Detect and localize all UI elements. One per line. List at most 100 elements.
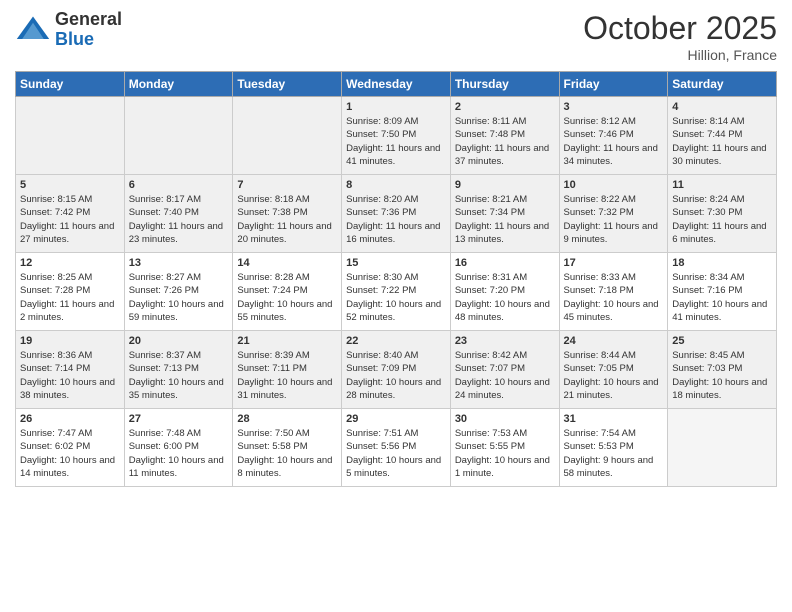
day-number: 29 — [346, 413, 446, 425]
page: General Blue October 2025 Hillion, Franc… — [0, 0, 792, 612]
day-info: Sunrise: 8:25 AM Sunset: 7:28 PM Dayligh… — [20, 271, 120, 324]
table-row: 3 Sunrise: 8:12 AM Sunset: 7:46 PM Daylig… — [559, 97, 668, 175]
day-info: Sunrise: 8:28 AM Sunset: 7:24 PM Dayligh… — [237, 271, 337, 324]
table-row: 8 Sunrise: 8:20 AM Sunset: 7:36 PM Daylig… — [342, 175, 451, 253]
day-number: 30 — [455, 413, 555, 425]
day-number: 21 — [237, 335, 337, 347]
day-info: Sunrise: 8:37 AM Sunset: 7:13 PM Dayligh… — [129, 349, 229, 402]
logo-text: General Blue — [55, 10, 122, 50]
day-info: Sunrise: 8:31 AM Sunset: 7:20 PM Dayligh… — [455, 271, 555, 324]
table-row: 31 Sunrise: 7:54 AM Sunset: 5:53 PM Dayli… — [559, 409, 668, 487]
day-info: Sunrise: 8:40 AM Sunset: 7:09 PM Dayligh… — [346, 349, 446, 402]
day-info: Sunrise: 8:15 AM Sunset: 7:42 PM Dayligh… — [20, 193, 120, 246]
table-row — [668, 409, 777, 487]
col-sunday: Sunday — [16, 72, 125, 97]
day-info: Sunrise: 8:42 AM Sunset: 7:07 PM Dayligh… — [455, 349, 555, 402]
col-wednesday: Wednesday — [342, 72, 451, 97]
table-row: 7Sunrise: 8:18 AM Sunset: 7:38 PM Daylig… — [233, 175, 342, 253]
day-number: 31 — [564, 413, 664, 425]
table-row: 9 Sunrise: 8:21 AM Sunset: 7:34 PM Daylig… — [450, 175, 559, 253]
table-row: 24 Sunrise: 8:44 AM Sunset: 7:05 PM Dayli… — [559, 331, 668, 409]
day-number: 3 — [564, 101, 664, 113]
location: Hillion, France — [583, 47, 777, 63]
day-info: Sunrise: 8:33 AM Sunset: 7:18 PM Dayligh… — [564, 271, 664, 324]
table-row: 29 Sunrise: 7:51 AM Sunset: 5:56 PM Dayli… — [342, 409, 451, 487]
day-number: 7 — [237, 179, 337, 191]
table-row: 25 Sunrise: 8:45 AM Sunset: 7:03 PM Dayli… — [668, 331, 777, 409]
table-row: 18 Sunrise: 8:34 AM Sunset: 7:16 PM Dayli… — [668, 253, 777, 331]
table-row — [16, 97, 125, 175]
day-info: Sunrise: 8:09 AM Sunset: 7:50 PM Dayligh… — [346, 115, 446, 168]
day-info: Sunrise: 7:47 AM Sunset: 6:02 PM Dayligh… — [20, 427, 120, 480]
table-row: 12 Sunrise: 8:25 AM Sunset: 7:28 PM Dayli… — [16, 253, 125, 331]
table-row: 28Sunrise: 7:50 AM Sunset: 5:58 PM Dayli… — [233, 409, 342, 487]
day-number: 10 — [564, 179, 664, 191]
header: General Blue October 2025 Hillion, Franc… — [15, 10, 777, 63]
day-info: Sunrise: 7:51 AM Sunset: 5:56 PM Dayligh… — [346, 427, 446, 480]
day-info: Sunrise: 8:14 AM Sunset: 7:44 PM Dayligh… — [672, 115, 772, 168]
col-friday: Friday — [559, 72, 668, 97]
day-info: Sunrise: 8:17 AM Sunset: 7:40 PM Dayligh… — [129, 193, 229, 246]
day-number: 13 — [129, 257, 229, 269]
title-area: October 2025 Hillion, France — [583, 10, 777, 63]
day-number: 17 — [564, 257, 664, 269]
day-info: Sunrise: 7:54 AM Sunset: 5:53 PM Dayligh… — [564, 427, 664, 480]
day-number: 20 — [129, 335, 229, 347]
day-info: Sunrise: 8:12 AM Sunset: 7:46 PM Dayligh… — [564, 115, 664, 168]
table-row: 30 Sunrise: 7:53 AM Sunset: 5:55 PM Dayli… — [450, 409, 559, 487]
day-number: 12 — [20, 257, 120, 269]
day-number: 5 — [20, 179, 120, 191]
table-row: 20 Sunrise: 8:37 AM Sunset: 7:13 PM Dayli… — [124, 331, 233, 409]
day-info: Sunrise: 7:53 AM Sunset: 5:55 PM Dayligh… — [455, 427, 555, 480]
table-row: 16Sunrise: 8:31 AM Sunset: 7:20 PM Dayli… — [450, 253, 559, 331]
table-row: 27Sunrise: 7:48 AM Sunset: 6:00 PM Dayli… — [124, 409, 233, 487]
table-row: 5 Sunrise: 8:15 AM Sunset: 7:42 PM Daylig… — [16, 175, 125, 253]
logo-icon — [15, 12, 51, 48]
table-row: 2 Sunrise: 8:11 AM Sunset: 7:48 PM Daylig… — [450, 97, 559, 175]
day-number: 19 — [20, 335, 120, 347]
day-number: 2 — [455, 101, 555, 113]
day-info: Sunrise: 8:34 AM Sunset: 7:16 PM Dayligh… — [672, 271, 772, 324]
day-number: 4 — [672, 101, 772, 113]
day-info: Sunrise: 8:11 AM Sunset: 7:48 PM Dayligh… — [455, 115, 555, 168]
table-row: 13 Sunrise: 8:27 AM Sunset: 7:26 PM Dayli… — [124, 253, 233, 331]
day-info: Sunrise: 8:30 AM Sunset: 7:22 PM Dayligh… — [346, 271, 446, 324]
table-row: 6 Sunrise: 8:17 AM Sunset: 7:40 PM Daylig… — [124, 175, 233, 253]
day-info: Sunrise: 8:20 AM Sunset: 7:36 PM Dayligh… — [346, 193, 446, 246]
logo-blue: Blue — [55, 30, 122, 50]
table-row: 21 Sunrise: 8:39 AM Sunset: 7:11 PM Dayli… — [233, 331, 342, 409]
table-row: 10 Sunrise: 8:22 AM Sunset: 7:32 PM Dayli… — [559, 175, 668, 253]
logo: General Blue — [15, 10, 122, 50]
day-info: Sunrise: 8:45 AM Sunset: 7:03 PM Dayligh… — [672, 349, 772, 402]
day-number: 24 — [564, 335, 664, 347]
day-number: 9 — [455, 179, 555, 191]
table-row: 17 Sunrise: 8:33 AM Sunset: 7:18 PM Dayli… — [559, 253, 668, 331]
day-number: 23 — [455, 335, 555, 347]
table-row: 23 Sunrise: 8:42 AM Sunset: 7:07 PM Dayli… — [450, 331, 559, 409]
day-info: Sunrise: 8:39 AM Sunset: 7:11 PM Dayligh… — [237, 349, 337, 402]
table-row — [124, 97, 233, 175]
calendar-header-row: Sunday Monday Tuesday Wednesday Thursday… — [16, 72, 777, 97]
day-number: 27 — [129, 413, 229, 425]
day-info: Sunrise: 8:21 AM Sunset: 7:34 PM Dayligh… — [455, 193, 555, 246]
table-row: 14Sunrise: 8:28 AM Sunset: 7:24 PM Dayli… — [233, 253, 342, 331]
day-number: 18 — [672, 257, 772, 269]
day-info: Sunrise: 8:27 AM Sunset: 7:26 PM Dayligh… — [129, 271, 229, 324]
month-title: October 2025 — [583, 10, 777, 47]
table-row — [233, 97, 342, 175]
calendar: Sunday Monday Tuesday Wednesday Thursday… — [15, 71, 777, 487]
day-number: 25 — [672, 335, 772, 347]
logo-general: General — [55, 10, 122, 30]
table-row: 1Sunrise: 8:09 AM Sunset: 7:50 PM Daylig… — [342, 97, 451, 175]
day-number: 6 — [129, 179, 229, 191]
day-number: 8 — [346, 179, 446, 191]
day-info: Sunrise: 8:22 AM Sunset: 7:32 PM Dayligh… — [564, 193, 664, 246]
day-info: Sunrise: 8:36 AM Sunset: 7:14 PM Dayligh… — [20, 349, 120, 402]
table-row: 11Sunrise: 8:24 AM Sunset: 7:30 PM Dayli… — [668, 175, 777, 253]
day-number: 11 — [672, 179, 772, 191]
table-row: 15Sunrise: 8:30 AM Sunset: 7:22 PM Dayli… — [342, 253, 451, 331]
col-tuesday: Tuesday — [233, 72, 342, 97]
day-number: 22 — [346, 335, 446, 347]
table-row: 19 Sunrise: 8:36 AM Sunset: 7:14 PM Dayli… — [16, 331, 125, 409]
day-info: Sunrise: 8:44 AM Sunset: 7:05 PM Dayligh… — [564, 349, 664, 402]
